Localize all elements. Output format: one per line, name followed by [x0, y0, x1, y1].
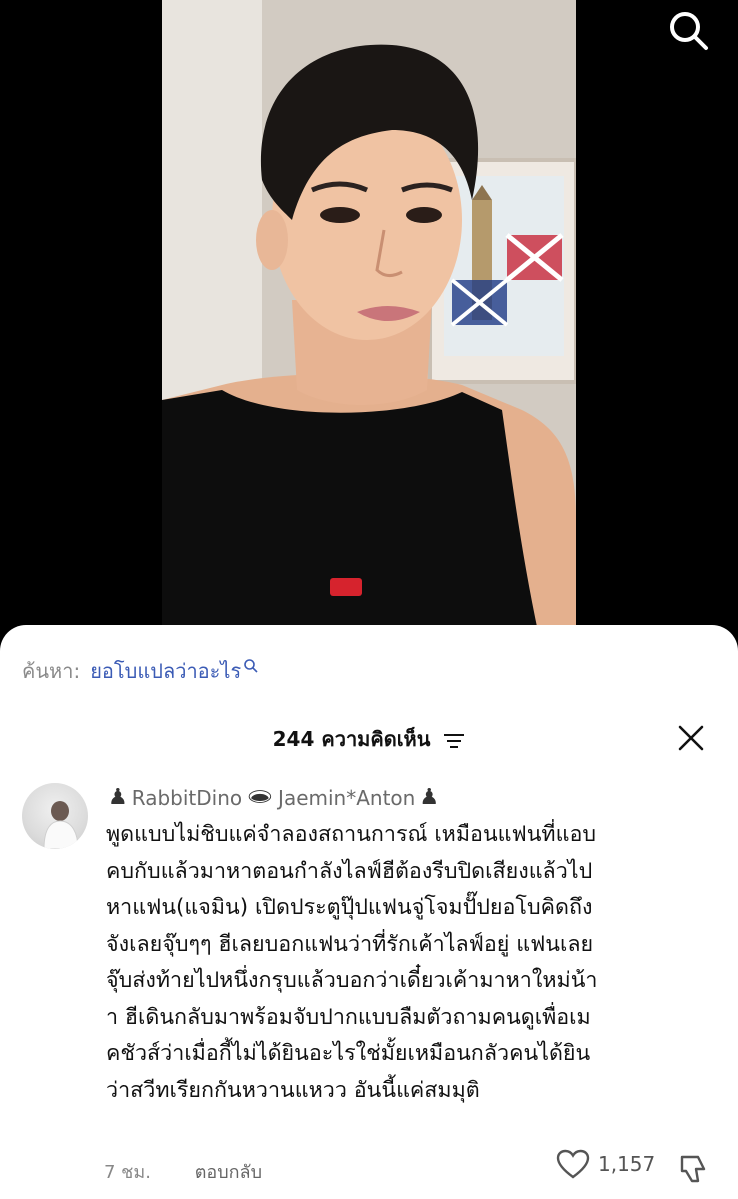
reply-button[interactable]: ตอบกลับ	[195, 1162, 262, 1183]
dislike-icon[interactable]	[678, 1153, 710, 1189]
search-suggestion[interactable]: ค้นหา: ยอโบแปลว่าอะไร	[22, 655, 259, 687]
video-player[interactable]	[0, 0, 738, 650]
heart-icon[interactable]	[556, 1149, 590, 1179]
like-count: 1,157	[598, 1152, 656, 1176]
comment-time: 7 ชม.	[104, 1162, 151, 1183]
close-icon[interactable]	[678, 725, 704, 751]
comment-line: า ฮีเดินกลับมาพร้อมจับปากแบบลืมตัวถามคนด…	[106, 1004, 591, 1030]
comment-line: พูดแบบไม่ชิบแค่จำลองสถานการณ์ เหมือนแฟนท…	[106, 822, 597, 847]
search-small-icon	[244, 659, 258, 673]
search-icon[interactable]	[666, 8, 710, 52]
hole-icon: 🕳	[246, 785, 275, 810]
comment-line: จุ๊บส่งท้ายไปหนึ่งกรุบแล้วบอกว่าเดี๋ยวเค…	[106, 968, 598, 993]
comment-line: หาแฟน(แจมิน) เปิดประตูปุ๊ปแฟนจู่โจมปั๊ปย…	[106, 895, 593, 920]
comments-sheet: ค้นหา: ยอโบแปลว่าอะไร 244 ความคิดเห็น ♟ …	[0, 625, 738, 1199]
comment-line: จังเลยจุ๊บๆๆ ฮีเลยบอกแฟนว่าที่รักเค้าไลฟ…	[106, 931, 594, 957]
sort-icon[interactable]	[443, 732, 465, 750]
search-label: ค้นหา:	[22, 659, 81, 683]
comment-meta: 7 ชม. ตอบกลับ	[104, 1157, 262, 1186]
video-image	[162, 0, 576, 650]
comment-count-label: ความคิดเห็น	[321, 727, 431, 751]
username-part1: RabbitDino	[131, 785, 243, 810]
username-part2: Jaemin*Anton	[278, 785, 416, 810]
pawn-icon-2: ♟	[419, 785, 440, 810]
comment-line: คบกับแล้วมาหาตอนกำลังไลฟ์ฮีต้องรีบปิดเสี…	[106, 858, 593, 884]
comment-line: คชัวส์ว่าเมื่อกี้ไม่ได้ยินอะไรใช่มั้ยเหม…	[106, 1041, 591, 1066]
comment-line: ว่าสวีทเรียกกันหวานแหวว อันนี้แค่สมมุติ	[106, 1077, 480, 1103]
like-block: 1,157	[556, 1149, 655, 1179]
pawn-icon: ♟	[108, 785, 128, 810]
video-frame	[162, 0, 576, 650]
comment-count: 244	[272, 727, 315, 751]
comment-username[interactable]: ♟ RabbitDino 🕳 Jaemin*Anton ♟	[108, 785, 439, 810]
comment-count-header: 244 ความคิดเห็น	[0, 723, 738, 755]
avatar[interactable]	[22, 783, 88, 849]
comment-body: พูดแบบไม่ชิบแค่จำลองสถานการณ์ เหมือนแฟนท…	[106, 817, 716, 1109]
search-query[interactable]: ยอโบแปลว่าอะไร	[90, 655, 241, 687]
